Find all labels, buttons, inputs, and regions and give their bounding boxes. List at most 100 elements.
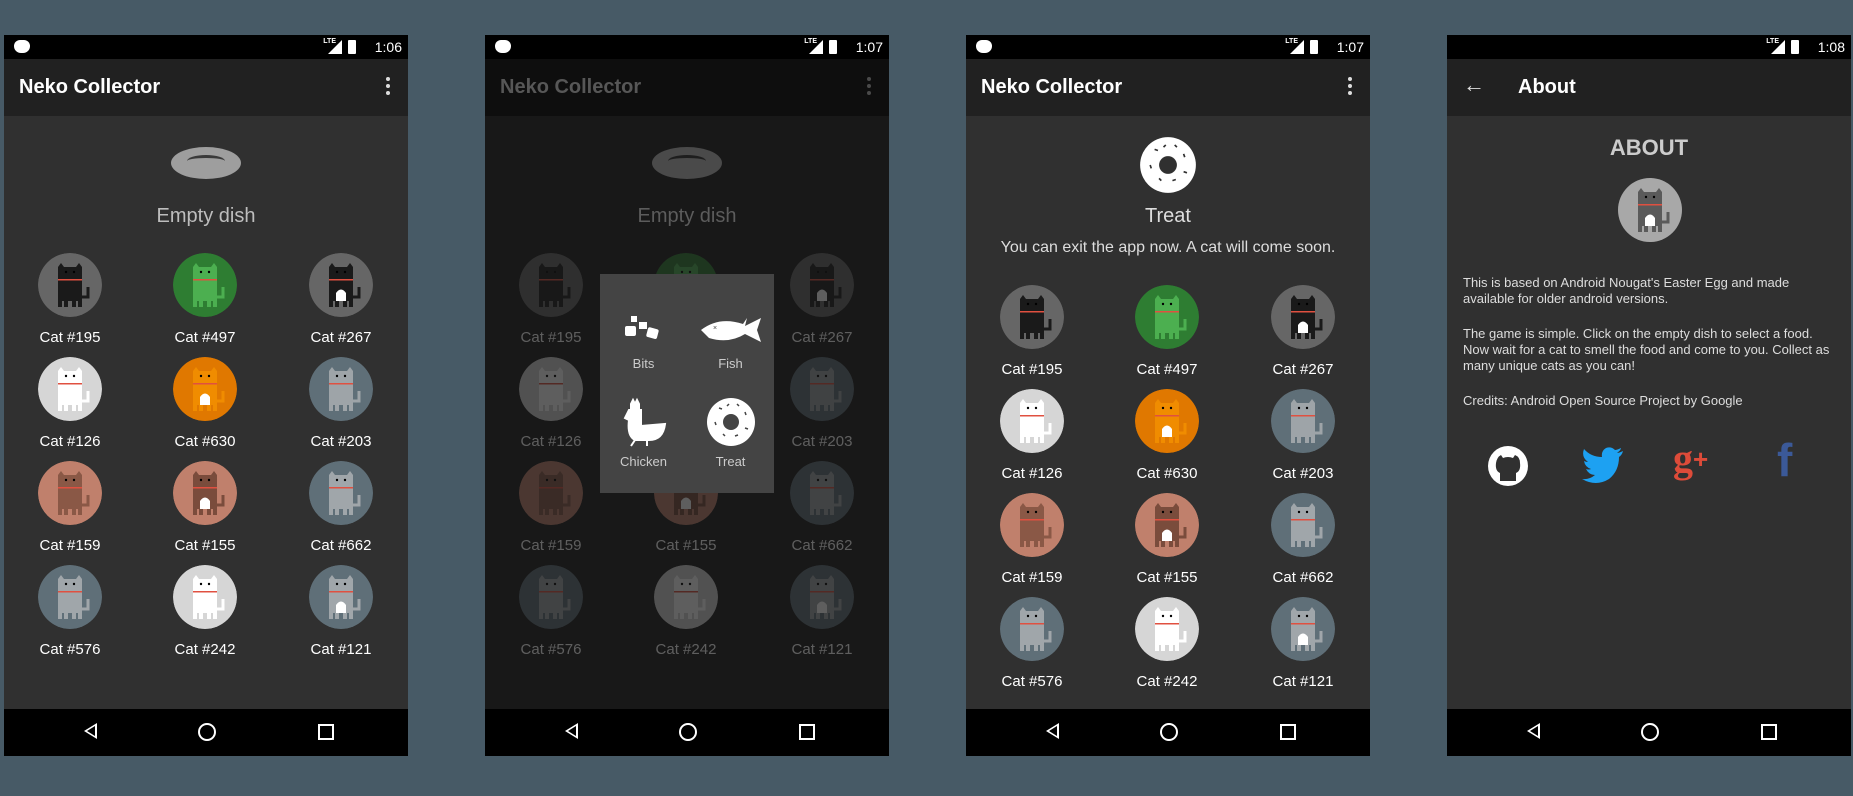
donut-icon[interactable] xyxy=(1139,136,1197,194)
facebook-icon[interactable]: f xyxy=(1777,437,1792,483)
cat-list-item[interactable]: Cat #576 xyxy=(486,565,616,658)
cat-list-item[interactable]: Cat #267 xyxy=(276,253,406,346)
recents-nav-icon[interactable] xyxy=(799,724,815,740)
cat-name: Cat #203 xyxy=(791,433,853,450)
cat-list-item[interactable]: Cat #242 xyxy=(140,565,270,658)
back-nav-icon[interactable] xyxy=(84,723,97,739)
cat-name: Cat #267 xyxy=(1272,361,1334,378)
home-nav-icon[interactable] xyxy=(679,723,697,741)
overflow-menu-icon[interactable] xyxy=(867,77,871,98)
cat-list-item[interactable]: Cat #497 xyxy=(1102,285,1232,378)
google-plus-icon[interactable]: g+ xyxy=(1673,439,1708,479)
cat-avatar xyxy=(790,357,854,421)
cat-list-item[interactable]: Cat #159 xyxy=(5,461,135,554)
recents-nav-icon[interactable] xyxy=(318,724,334,740)
cat-list-item[interactable]: Cat #126 xyxy=(967,389,1097,482)
cat-avatar xyxy=(38,565,102,629)
cat-name: Cat #662 xyxy=(791,537,853,554)
github-icon[interactable] xyxy=(1487,445,1529,487)
cat-list-item[interactable]: Cat #267 xyxy=(757,253,887,346)
neko-notification-icon xyxy=(495,40,511,53)
cat-list-item[interactable]: Cat #242 xyxy=(1102,597,1232,690)
cat-icon xyxy=(1618,178,1682,242)
cat-avatar xyxy=(1000,493,1064,557)
cat-avatar xyxy=(1135,493,1199,557)
cat-avatar xyxy=(1000,597,1064,661)
back-nav-icon[interactable] xyxy=(565,723,578,739)
cat-avatar xyxy=(309,565,373,629)
cat-list-item[interactable]: Cat #159 xyxy=(967,493,1097,586)
cat-name: Cat #497 xyxy=(174,329,236,346)
dish-icon xyxy=(668,155,706,167)
back-nav-icon[interactable] xyxy=(1527,723,1540,739)
cat-list-item[interactable]: Cat #126 xyxy=(486,357,616,450)
cat-name: Cat #121 xyxy=(791,641,853,658)
cat-icon xyxy=(519,357,583,421)
home-nav-icon[interactable] xyxy=(198,723,216,741)
cat-icon xyxy=(1271,285,1335,349)
empty-dish-button[interactable] xyxy=(652,147,722,179)
back-nav-icon[interactable] xyxy=(1046,723,1059,739)
cat-list-item[interactable]: Cat #576 xyxy=(967,597,1097,690)
cat-list-item[interactable]: Cat #662 xyxy=(757,461,887,554)
cat-name: Cat #155 xyxy=(655,537,717,554)
food-picker-dialog: Bits × Fish Chicken Treat xyxy=(600,274,774,493)
cat-list-item[interactable]: Cat #497 xyxy=(140,253,270,346)
cat-list-item[interactable]: Cat #242 xyxy=(621,565,751,658)
food-option-chicken[interactable]: Chicken xyxy=(600,396,687,469)
signal-icon xyxy=(1290,40,1304,54)
cat-avatar xyxy=(38,461,102,525)
cat-icon xyxy=(309,253,373,317)
screen-about: LTE 1:08 ← About ABOUT This is based on An… xyxy=(1447,35,1851,756)
cat-list-item[interactable]: Cat #195 xyxy=(967,285,1097,378)
cat-list-item[interactable]: Cat #662 xyxy=(1238,493,1368,586)
food-option-treat[interactable]: Treat xyxy=(687,396,774,469)
cat-list-item[interactable]: Cat #121 xyxy=(1238,597,1368,690)
back-arrow-icon[interactable]: ← xyxy=(1463,72,1485,98)
home-nav-icon[interactable] xyxy=(1160,723,1178,741)
clock: 1:08 xyxy=(1817,39,1845,55)
cat-avatar xyxy=(38,357,102,421)
recents-nav-icon[interactable] xyxy=(1761,724,1777,740)
cat-list-item[interactable]: Cat #662 xyxy=(276,461,406,554)
cat-list-item[interactable]: Cat #267 xyxy=(1238,285,1368,378)
cat-list-item[interactable]: Cat #155 xyxy=(140,461,270,554)
cat-list-item[interactable]: Cat #576 xyxy=(5,565,135,658)
recents-nav-icon[interactable] xyxy=(1280,724,1296,740)
cat-name: Cat #195 xyxy=(1001,361,1063,378)
home-nav-icon[interactable] xyxy=(1641,723,1659,741)
cat-avatar xyxy=(173,565,237,629)
cat-list-item[interactable]: Cat #203 xyxy=(1238,389,1368,482)
cat-avatar xyxy=(173,253,237,317)
overflow-menu-icon[interactable] xyxy=(386,77,390,98)
overflow-menu-icon[interactable] xyxy=(1348,77,1352,98)
cat-avatar xyxy=(173,357,237,421)
cat-list-item[interactable]: Cat #195 xyxy=(5,253,135,346)
app-title: Neko Collector xyxy=(500,76,642,98)
cat-list-item[interactable]: Cat #126 xyxy=(5,357,135,450)
signal-icon xyxy=(1771,40,1785,54)
food-option-fish[interactable]: × Fish xyxy=(687,310,774,371)
food-option-bits[interactable]: Bits xyxy=(600,310,687,371)
cat-icon xyxy=(1000,389,1064,453)
cat-avatar xyxy=(654,565,718,629)
cat-icon xyxy=(519,253,583,317)
cat-list-item[interactable]: Cat #203 xyxy=(757,357,887,450)
cat-icon xyxy=(1135,389,1199,453)
empty-dish-button[interactable] xyxy=(171,147,241,179)
twitter-icon[interactable] xyxy=(1581,445,1625,485)
cat-icon xyxy=(1000,597,1064,661)
cat-list-item[interactable]: Cat #630 xyxy=(140,357,270,450)
cat-list-item[interactable]: Cat #195 xyxy=(486,253,616,346)
cat-list-item[interactable]: Cat #630 xyxy=(1102,389,1232,482)
cat-list-item[interactable]: Cat #203 xyxy=(276,357,406,450)
cat-list-item[interactable]: Cat #159 xyxy=(486,461,616,554)
cat-list-item[interactable]: Cat #121 xyxy=(757,565,887,658)
cat-avatar xyxy=(519,565,583,629)
cat-avatar xyxy=(309,357,373,421)
cat-list-item[interactable]: Cat #155 xyxy=(1102,493,1232,586)
food-label: Treat xyxy=(715,454,746,469)
cat-list-item[interactable]: Cat #121 xyxy=(276,565,406,658)
cat-icon xyxy=(173,565,237,629)
cat-icon xyxy=(790,357,854,421)
